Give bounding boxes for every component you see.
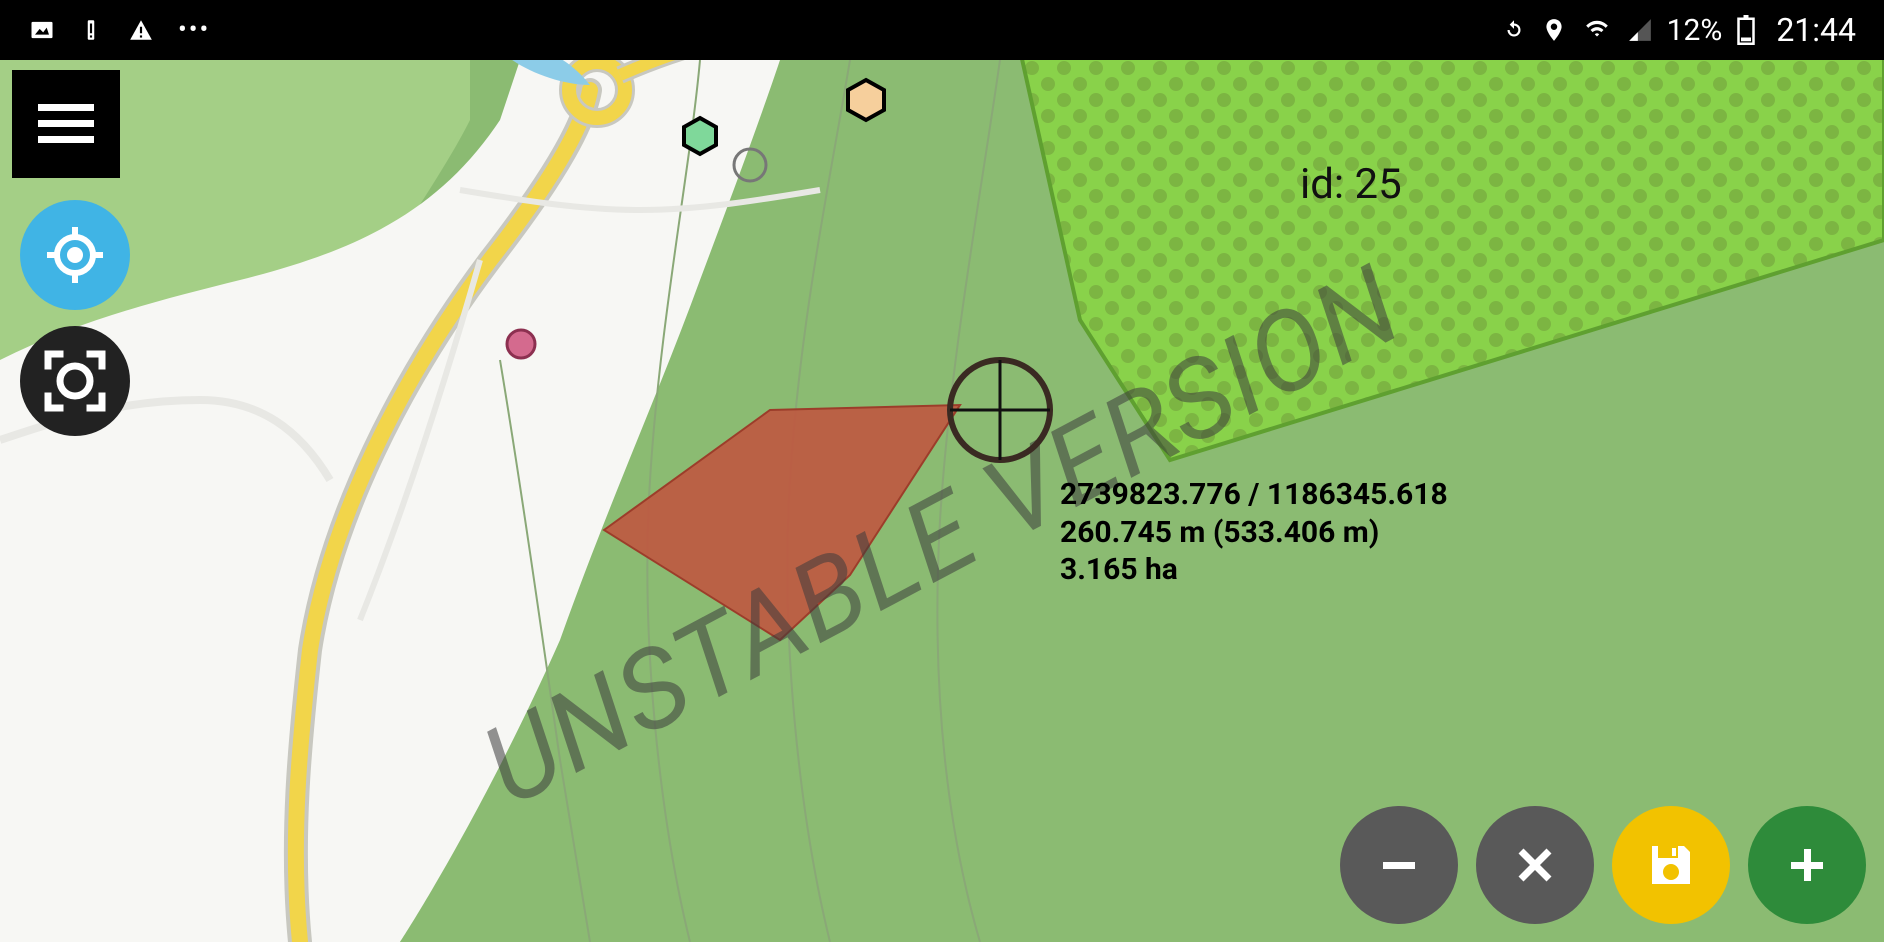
- save-icon: [1644, 838, 1698, 892]
- gps-locate-button[interactable]: [20, 200, 130, 310]
- edit-action-row: [1340, 806, 1866, 924]
- image-icon: [28, 16, 56, 44]
- battery-icon: [1736, 15, 1756, 45]
- refresh-icon: [1501, 17, 1527, 43]
- close-icon: [1511, 841, 1559, 889]
- battery-percent: 12%: [1667, 13, 1723, 48]
- warning-icon: [126, 17, 156, 43]
- status-left: •••: [28, 15, 210, 45]
- coord-line-2: 260.745 m (533.406 m): [1060, 514, 1448, 552]
- app-screen: { "status_bar": { "battery_pct": "12%", …: [0, 0, 1884, 942]
- viewfinder-icon: [40, 346, 110, 416]
- clock-time: 21:44: [1776, 11, 1856, 49]
- status-right: 12% 21:44: [1501, 11, 1856, 49]
- minus-icon: [1373, 839, 1425, 891]
- status-bar: ••• 12% 21:44: [0, 0, 1884, 60]
- coord-line-1: 2739823.776 / 1186345.618: [1060, 476, 1448, 514]
- coord-line-3: 3.165 ha: [1060, 551, 1448, 589]
- settings-button[interactable]: [20, 326, 130, 436]
- target-icon: [43, 223, 107, 287]
- location-pin-icon: [1541, 15, 1567, 45]
- exclamation-icon: [78, 17, 104, 43]
- add-vertex-button[interactable]: [1748, 806, 1866, 924]
- cancel-button[interactable]: [1476, 806, 1594, 924]
- hamburger-icon: [38, 102, 94, 146]
- save-button[interactable]: [1612, 806, 1730, 924]
- feature-id-label: id: 25: [1300, 160, 1402, 209]
- remove-vertex-button[interactable]: [1340, 806, 1458, 924]
- menu-button[interactable]: [12, 70, 120, 178]
- signal-icon: [1627, 17, 1653, 43]
- more-icon: •••: [178, 15, 210, 45]
- wifi-icon: [1581, 17, 1613, 43]
- coordinate-readout: 2739823.776 / 1186345.618 260.745 m (533…: [1060, 476, 1448, 589]
- plus-icon: [1781, 839, 1833, 891]
- crosshair-cursor: [940, 350, 1060, 470]
